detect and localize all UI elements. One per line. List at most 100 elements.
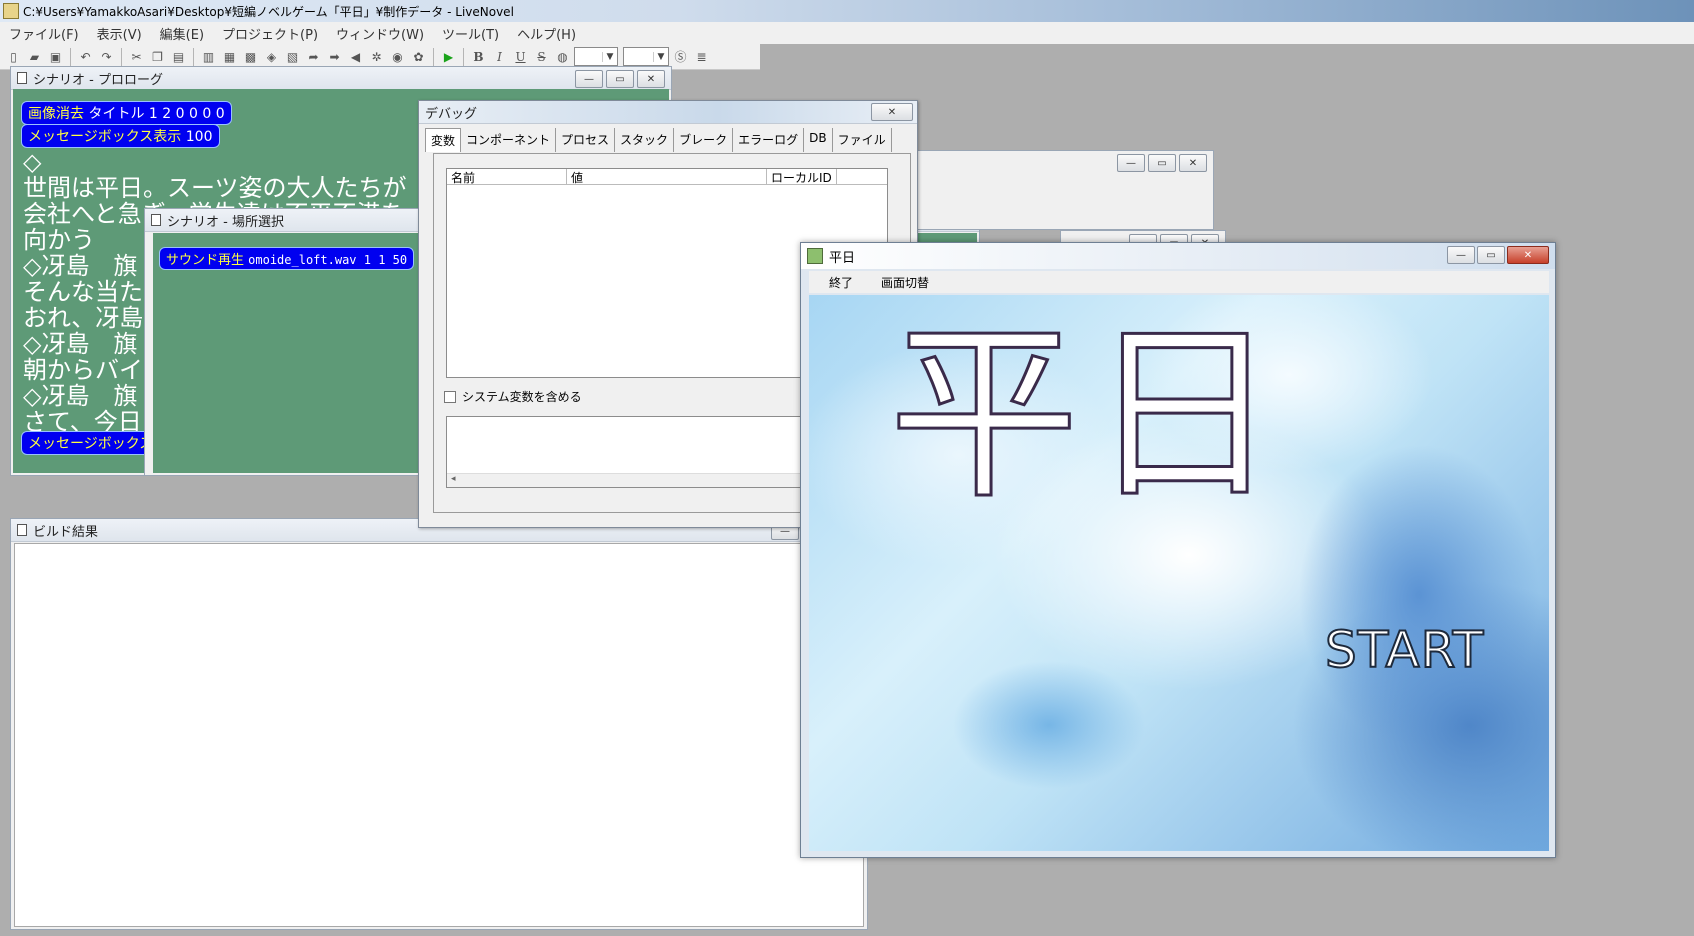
command-block[interactable]: メッセージボックス <box>21 431 161 455</box>
build-title: ビルド結果 <box>33 524 99 540</box>
game-app-icon <box>807 248 823 264</box>
undo-icon[interactable]: ↶ <box>76 47 95 66</box>
tab-process[interactable]: プロセス <box>556 128 616 152</box>
maximize-button[interactable]: ▭ <box>606 70 634 88</box>
strike-button[interactable]: S <box>532 47 551 66</box>
system-vars-checkbox[interactable] <box>444 390 456 403</box>
chevron-down-icon: ▼ <box>602 51 617 62</box>
cut-icon[interactable]: ✂ <box>127 47 146 66</box>
tab-break[interactable]: ブレーク <box>674 128 734 152</box>
start-button[interactable]: START <box>1324 620 1484 680</box>
menu-bar: ファイル(F) 表示(V) 編集(E) プロジェクト(P) ウィンドウ(W) ツ… <box>0 22 1694 44</box>
new-file-icon[interactable]: ▯ <box>4 47 23 66</box>
command-name: サウンド再生 <box>166 253 245 268</box>
game-screen[interactable]: 平日 START <box>809 295 1549 851</box>
tab-db[interactable]: DB <box>804 128 833 152</box>
document-icon <box>151 214 161 226</box>
gear-icon[interactable]: ✿ <box>409 47 428 66</box>
document-icon <box>17 524 27 536</box>
maximize-button[interactable]: ▭ <box>1477 246 1505 264</box>
build-output[interactable] <box>14 543 864 927</box>
menu-window[interactable]: ウィンドウ(W) <box>327 24 433 43</box>
font-color-select[interactable]: ▼ <box>623 47 669 66</box>
tab-variables[interactable]: 変数 <box>425 128 462 152</box>
open-folder-icon[interactable]: ▰ <box>25 47 44 66</box>
close-button[interactable]: ✕ <box>1179 154 1207 172</box>
command-block[interactable]: サウンド再生 omoide_loft.wav 1 1 50 <box>159 247 415 270</box>
close-button[interactable]: ✕ <box>1507 246 1549 264</box>
menu-edit[interactable]: 編集(E) <box>151 24 213 43</box>
close-button[interactable]: ✕ <box>637 70 665 88</box>
prologue-title: シナリオ - プロローグ <box>33 72 163 88</box>
column-local-id[interactable]: ローカルID <box>767 169 837 185</box>
app-icon <box>3 3 19 19</box>
chart-icon[interactable]: ▧ <box>283 47 302 66</box>
jump-icon[interactable]: ➦ <box>304 47 323 66</box>
column-value[interactable]: 値 <box>567 169 767 185</box>
list-header: 名前 値 ローカルID <box>447 169 887 185</box>
minimize-button[interactable]: — <box>1447 246 1475 264</box>
command-args: タイトル 1 2 0 0 0 0 <box>88 106 225 122</box>
record-icon[interactable]: ◉ <box>388 47 407 66</box>
close-button[interactable]: ✕ <box>871 103 913 121</box>
command-block[interactable]: 画像消去 タイトル 1 2 0 0 0 0 <box>21 101 232 125</box>
grid-icon[interactable]: ▦ <box>220 47 239 66</box>
table-icon[interactable]: ▩ <box>241 47 260 66</box>
system-vars-label: システム変数を含める <box>462 390 582 404</box>
menu-project[interactable]: プロジェクト(P) <box>213 24 327 43</box>
chevron-down-icon: ▼ <box>653 51 668 62</box>
document-icon <box>17 72 27 84</box>
toolbar-separator <box>70 47 71 66</box>
italic-button[interactable]: I <box>490 47 509 66</box>
bold-button[interactable]: B <box>469 47 488 66</box>
arrow-right-icon[interactable]: ➡ <box>325 47 344 66</box>
game-logo: 平日 <box>887 304 1290 525</box>
tab-error-log[interactable]: エラーログ <box>733 128 805 152</box>
command-name: 画像消去 <box>28 106 84 122</box>
component-icon[interactable]: ◈ <box>262 47 281 66</box>
ruby-icon[interactable]: ≣ <box>692 47 711 66</box>
game-menu-bar: 終了 画面切替 <box>809 271 1549 293</box>
rewind-icon[interactable]: ◀ <box>346 47 365 66</box>
font-size-select[interactable]: ▼ <box>574 47 618 66</box>
scenario-line: ◇ <box>23 148 42 176</box>
column-name[interactable]: 名前 <box>447 169 567 185</box>
build-window: ビルド結果 — ▭ ✕ <box>10 518 868 930</box>
menu-view[interactable]: 表示(V) <box>88 24 151 43</box>
underline-button[interactable]: U <box>511 47 530 66</box>
tab-file[interactable]: ファイル <box>833 128 892 152</box>
maximize-button[interactable]: ▭ <box>1148 154 1176 172</box>
menu-help[interactable]: ヘルプ(H) <box>508 24 585 43</box>
toolbar-separator <box>193 47 194 66</box>
menu-tools[interactable]: ツール(T) <box>433 24 508 43</box>
minimize-button[interactable]: — <box>575 70 603 88</box>
scenario-line: 世間は平日。スーツ姿の大人たちが <box>23 174 407 202</box>
system-vars-option[interactable]: システム変数を含める <box>444 388 582 405</box>
spell-icon[interactable]: Ⓢ <box>671 47 690 66</box>
game-title: 平日 <box>829 250 856 266</box>
book-icon[interactable]: ▥ <box>199 47 218 66</box>
menu-file[interactable]: ファイル(F) <box>0 24 88 43</box>
command-args: 100 <box>185 129 213 145</box>
command-block[interactable]: メッセージボックス表示 100 <box>21 124 220 148</box>
debug-title: デバッグ <box>425 106 478 122</box>
save-icon[interactable]: ▣ <box>46 47 65 66</box>
command-args: omoide_loft.wav 1 1 50 <box>248 253 408 267</box>
game-title-bar: 平日 — ▭ ✕ <box>801 243 1555 269</box>
toolbar-separator <box>121 47 122 66</box>
redo-icon[interactable]: ↷ <box>97 47 116 66</box>
scatter-icon[interactable]: ✲ <box>367 47 386 66</box>
debug-tabs: 変数 コンポーネント プロセス スタック ブレーク エラーログ DB ファイル <box>425 128 917 152</box>
run-icon[interactable]: ▶ <box>439 47 458 66</box>
prologue-title-bar: シナリオ - プロローグ — ▭ ✕ <box>11 67 671 90</box>
paste-icon[interactable]: ▤ <box>169 47 188 66</box>
color-icon[interactable]: ◍ <box>553 47 572 66</box>
tab-stack[interactable]: スタック <box>615 128 675 152</box>
menu-quit[interactable]: 終了 <box>809 274 867 291</box>
menu-screen-toggle[interactable]: 画面切替 <box>867 274 943 291</box>
copy-icon[interactable]: ❐ <box>148 47 167 66</box>
tab-components[interactable]: コンポーネント <box>461 128 557 152</box>
game-window: 平日 — ▭ ✕ 終了 画面切替 平日 START <box>800 242 1556 858</box>
minimize-button[interactable]: — <box>1117 154 1145 172</box>
place-title: シナリオ - 場所選択 <box>167 214 284 230</box>
